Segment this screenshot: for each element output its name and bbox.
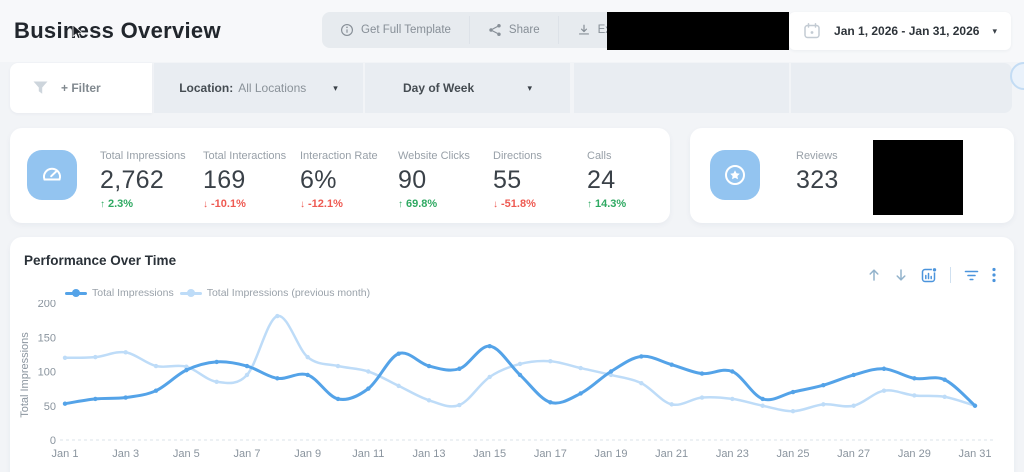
svg-text:Jan 7: Jan 7 [234, 448, 261, 460]
mouse-cursor-icon [72, 24, 85, 40]
share-button[interactable]: Share [470, 12, 558, 48]
chart-title: Performance Over Time [24, 253, 176, 268]
svg-text:Jan 19: Jan 19 [594, 448, 627, 460]
svg-text:200: 200 [38, 300, 56, 310]
svg-text:Jan 15: Jan 15 [473, 448, 506, 460]
chevron-down-icon: ▾ [333, 84, 338, 93]
trend-arrow-icon: ↓ [493, 199, 498, 210]
kpi-metric: Reviews 323 [796, 150, 839, 195]
svg-text:Jan 13: Jan 13 [412, 448, 445, 460]
divider [950, 267, 951, 283]
share-icon [488, 23, 502, 37]
delta-badge: ↑2.3% [100, 198, 186, 210]
svg-text:Jan 1: Jan 1 [52, 448, 79, 460]
svg-text:Jan 21: Jan 21 [655, 448, 688, 460]
svg-text:Jan 27: Jan 27 [837, 448, 870, 460]
performance-chart-card: Performance Over Time Total Impressions … [10, 237, 1014, 472]
arrow-down-icon[interactable] [894, 268, 908, 282]
redaction-box [607, 12, 789, 50]
kpi-metric: Website Clicks 90 ↑69.8% [398, 150, 470, 210]
trend-arrow-icon: ↑ [587, 199, 592, 210]
legend-item-previous[interactable]: Total Impressions (previous month) [180, 287, 370, 299]
chart-legend: Total Impressions Total Impressions (pre… [65, 287, 370, 299]
chevron-down-icon: ▾ [527, 84, 532, 93]
funnel-icon [32, 80, 49, 96]
gauge-icon [27, 150, 77, 200]
empty-filter-slot [574, 63, 789, 113]
legend-item-current[interactable]: Total Impressions [65, 287, 174, 299]
delta-badge: ↓-51.8% [493, 198, 542, 210]
info-icon [340, 23, 354, 37]
svg-text:Total Impressions: Total Impressions [19, 332, 31, 418]
svg-text:Jan 9: Jan 9 [294, 448, 321, 460]
kpi-metric: Interaction Rate 6% ↓-12.1% [300, 150, 378, 210]
calendar-icon [803, 22, 821, 40]
delta-badge: ↑69.8% [398, 198, 470, 210]
trend-arrow-icon: ↓ [300, 199, 305, 210]
svg-text:150: 150 [38, 332, 56, 344]
svg-text:Jan 5: Jan 5 [173, 448, 200, 460]
delta-badge: ↑14.3% [587, 198, 626, 210]
download-icon [577, 23, 591, 37]
arrow-up-icon[interactable] [867, 268, 881, 282]
svg-text:Jan 23: Jan 23 [716, 448, 749, 460]
chart-report-icon[interactable] [921, 267, 937, 283]
svg-text:Jan 29: Jan 29 [898, 448, 931, 460]
delta-badge: ↓-10.1% [203, 198, 286, 210]
header-action-group: Get Full Template Share Export [322, 12, 649, 48]
date-range-value: Jan 1, 2026 - Jan 31, 2026 [831, 24, 982, 38]
svg-text:Jan 11: Jan 11 [352, 448, 384, 460]
reviews-card: Reviews 323 [690, 128, 1014, 223]
kpi-metric: Calls 24 ↑14.3% [587, 150, 626, 210]
performance-line-chart: 0 50 100 150 200 Total Impressions Jan 1 Jan 3 J… [10, 300, 1014, 472]
trend-arrow-icon: ↑ [100, 199, 105, 210]
kpi-metric: Total Impressions 2,762 ↑2.3% [100, 150, 186, 210]
add-filter-button[interactable]: + Filter [10, 63, 152, 113]
date-range-picker[interactable]: Jan 1, 2026 - Jan 31, 2026 ▾ [789, 12, 1011, 50]
trend-arrow-icon: ↓ [203, 199, 208, 210]
chart-toolbar [867, 267, 996, 283]
kpi-summary-card: Total Impressions 2,762 ↑2.3% Total Inte… [10, 128, 670, 223]
svg-text:Jan 3: Jan 3 [112, 448, 139, 460]
legend-marker [65, 292, 87, 295]
empty-filter-slot [791, 63, 1012, 113]
star-circle-icon [710, 150, 760, 200]
help-widget-button[interactable] [1010, 62, 1024, 90]
page-title: Business Overview [14, 18, 221, 44]
trend-arrow-icon: ↑ [398, 199, 403, 210]
kebab-menu-icon[interactable] [992, 267, 996, 283]
location-filter-dropdown[interactable]: Location: All Locations ▾ [154, 63, 363, 113]
svg-text:Jan 25: Jan 25 [776, 448, 809, 460]
kpi-metric: Directions 55 ↓-51.8% [493, 150, 542, 210]
day-of-week-filter-dropdown[interactable]: Day of Week ▾ [365, 63, 570, 113]
get-full-template-button[interactable]: Get Full Template [322, 12, 469, 48]
filter-lines-icon[interactable] [964, 269, 979, 282]
legend-marker [180, 292, 202, 295]
delta-badge: ↓-12.1% [300, 198, 378, 210]
svg-text:0: 0 [50, 435, 56, 447]
svg-text:50: 50 [44, 401, 56, 413]
kpi-metric: Total Interactions 169 ↓-10.1% [203, 150, 286, 210]
redaction-box [873, 140, 963, 215]
svg-text:100: 100 [38, 367, 56, 379]
svg-text:Jan 17: Jan 17 [534, 448, 567, 460]
svg-text:Jan 31: Jan 31 [958, 448, 991, 460]
chevron-down-icon: ▾ [992, 27, 997, 36]
